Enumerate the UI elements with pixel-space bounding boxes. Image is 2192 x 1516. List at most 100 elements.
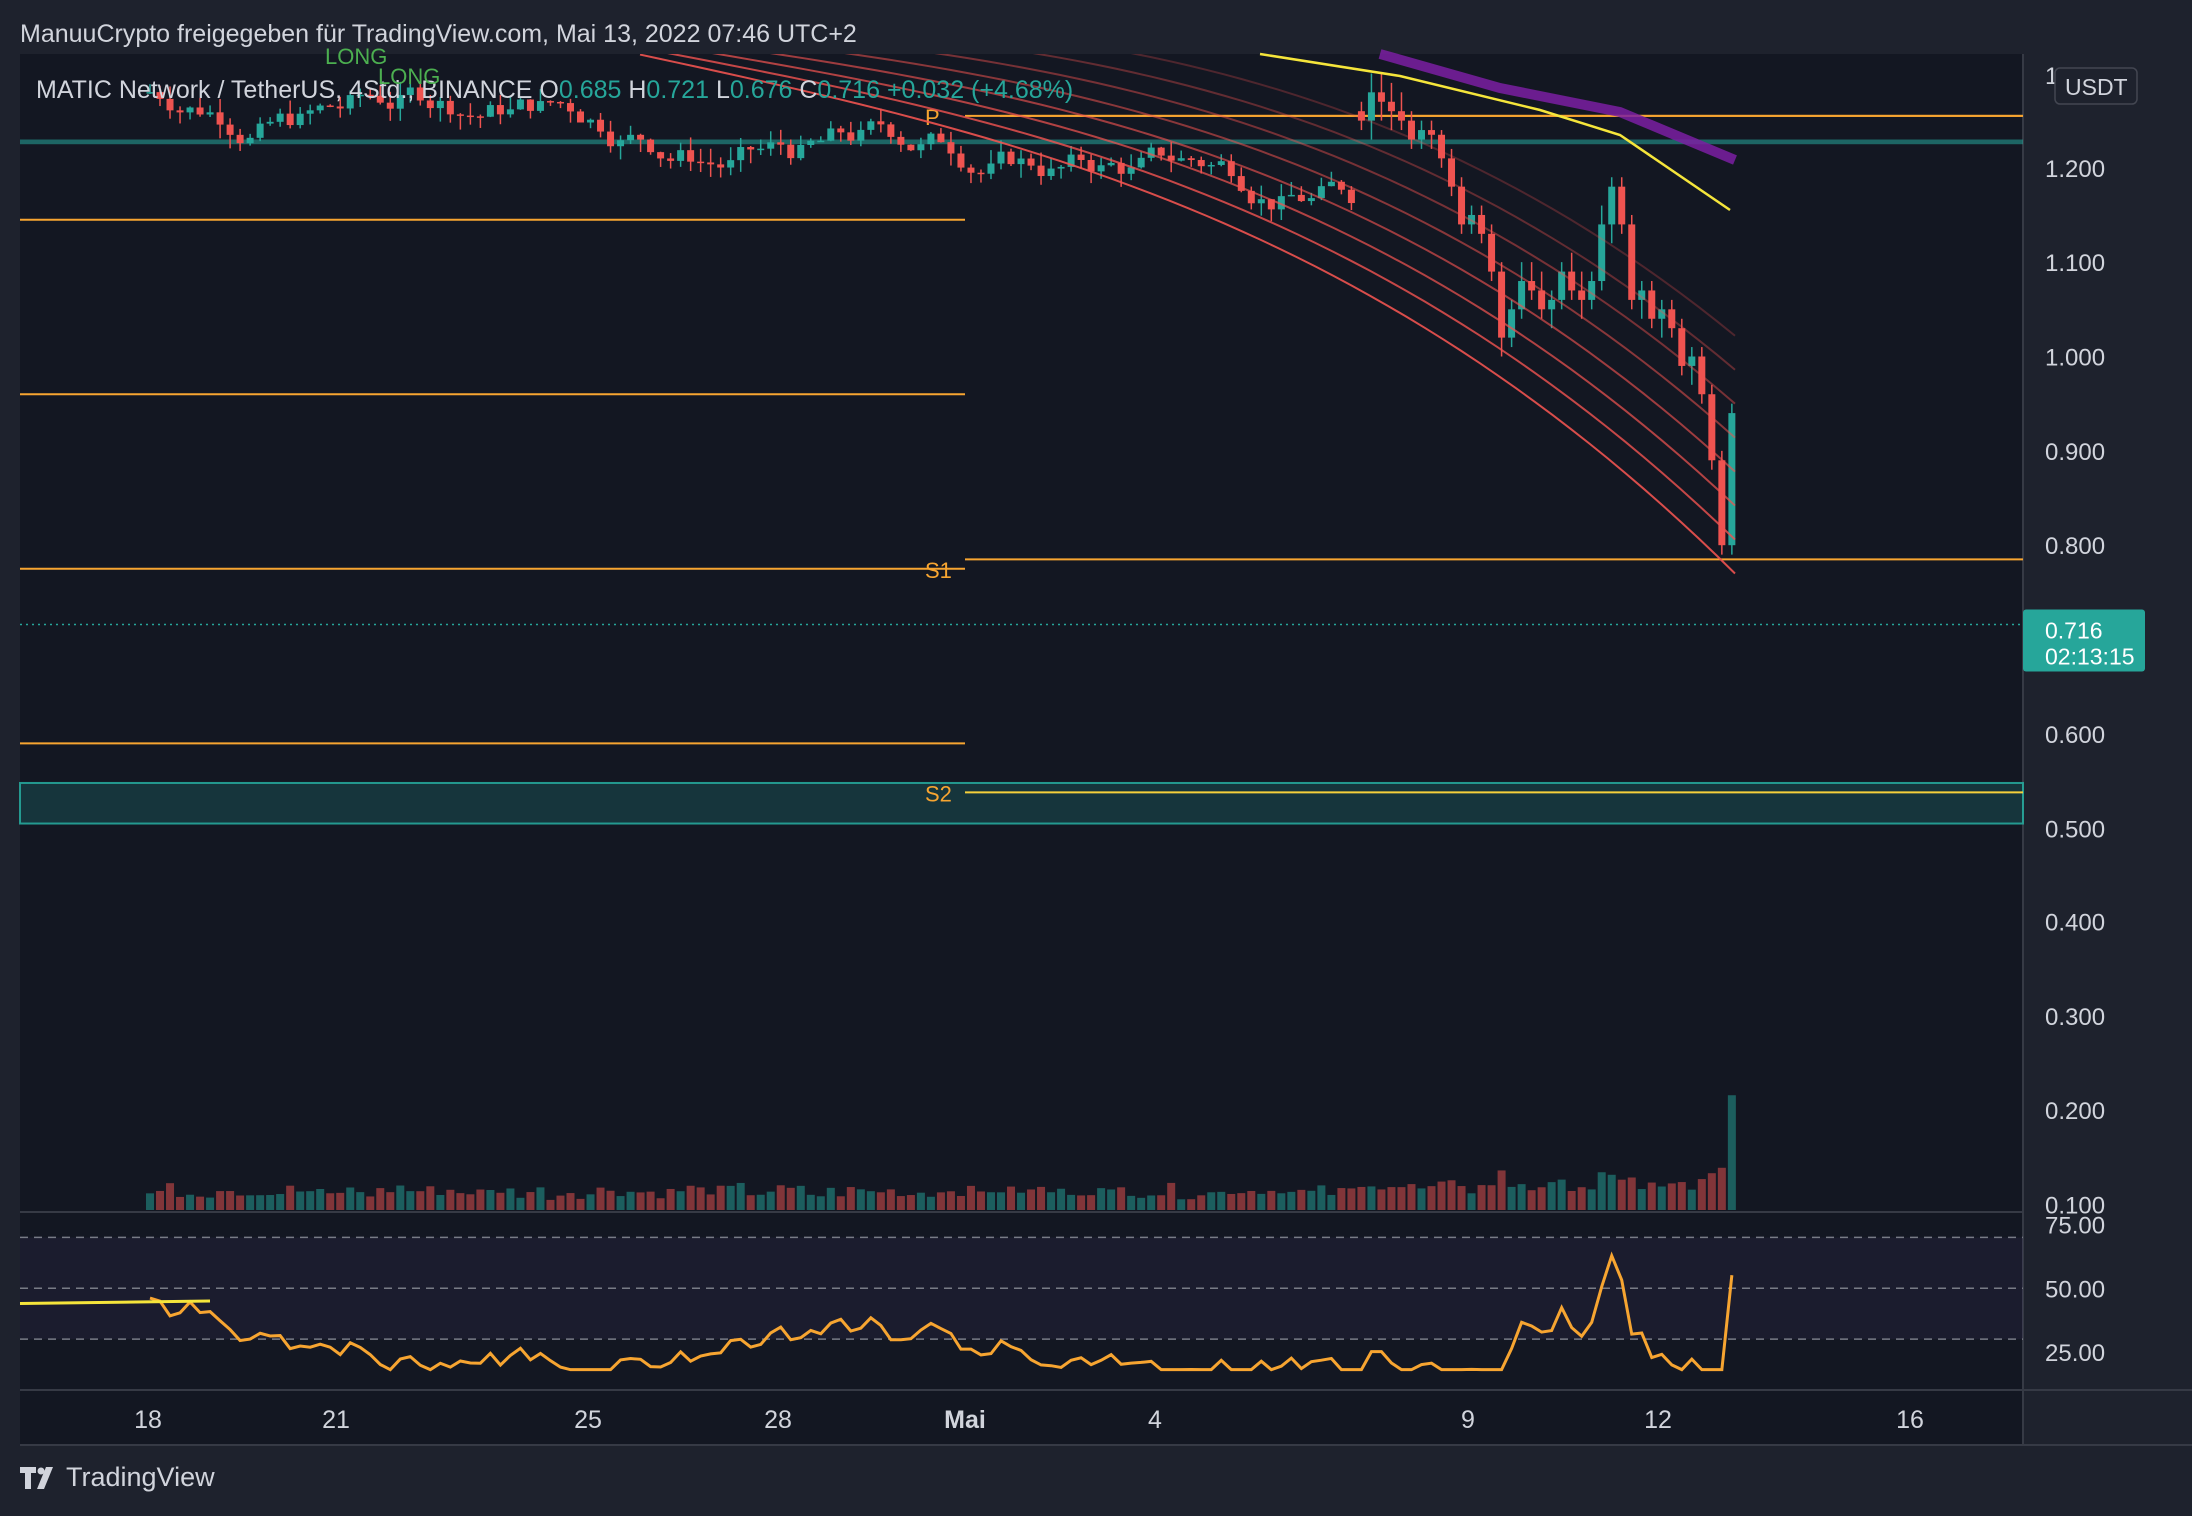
candle-body: [937, 133, 945, 143]
volume-bar: [826, 1187, 835, 1210]
candle-body: [577, 111, 585, 123]
rsi-tick-label: 25.00: [2045, 1340, 2105, 1367]
candle-body: [1347, 189, 1355, 204]
volume-bar: [1167, 1182, 1176, 1210]
candle-body: [1367, 92, 1375, 121]
volume-bar: [266, 1195, 275, 1210]
volume-bar: [856, 1189, 865, 1210]
candle-body: [1017, 158, 1025, 165]
time-tick-label: 18: [134, 1406, 162, 1434]
candle-body: [1007, 151, 1015, 165]
volume-bar: [606, 1190, 615, 1210]
candle-body: [697, 161, 705, 164]
candle-body: [837, 128, 845, 133]
volume-bar: [986, 1192, 995, 1210]
volume-bar: [276, 1194, 285, 1210]
volume-bar: [1157, 1195, 1166, 1210]
candle-body: [1157, 147, 1165, 156]
candle-body: [466, 115, 474, 118]
volume-bar: [1387, 1187, 1396, 1210]
volume-bar: [746, 1195, 755, 1210]
candle-body: [737, 147, 745, 161]
volume-bar: [1187, 1199, 1196, 1210]
volume-bar: [1097, 1188, 1106, 1210]
candle-body: [927, 133, 935, 145]
candle-body: [1428, 130, 1436, 135]
price-tick-label: 1.100: [2045, 250, 2105, 277]
volume-bar: [896, 1196, 905, 1210]
candle-body: [1107, 162, 1115, 166]
candle-body: [667, 158, 675, 161]
candle-body: [847, 132, 855, 141]
candle-body: [1137, 157, 1145, 168]
volume-bar: [796, 1185, 805, 1210]
volume-bar: [1407, 1184, 1416, 1210]
price-tick-label: 0.200: [2045, 1098, 2105, 1125]
volume-bar: [456, 1193, 465, 1210]
time-tick-label: 16: [1896, 1406, 1924, 1434]
candle-body: [1458, 186, 1466, 225]
volume-bar: [1357, 1186, 1366, 1210]
volume-bar: [956, 1195, 965, 1210]
volume-bar: [256, 1195, 265, 1210]
volume-bar: [836, 1196, 845, 1210]
candle-body: [757, 148, 765, 151]
volume-bar: [1047, 1192, 1056, 1210]
time-tick-label: 21: [322, 1406, 350, 1434]
candle-body: [1718, 460, 1726, 546]
volume-bar: [1397, 1187, 1406, 1210]
candle-body: [747, 147, 755, 150]
volume-bar: [1037, 1186, 1046, 1210]
volume-bar: [1077, 1195, 1086, 1210]
ohlc-label: C: [799, 76, 817, 104]
volume-bar: [346, 1187, 355, 1210]
candle-body: [717, 164, 725, 168]
candle-body: [316, 105, 324, 111]
candle-body: [176, 110, 184, 113]
candle-body: [506, 109, 514, 115]
volume-bar: [666, 1188, 675, 1210]
candle-body: [727, 160, 735, 168]
tradingview-brand[interactable]: TradingView: [20, 1462, 215, 1493]
time-tick-label: 12: [1644, 1406, 1672, 1434]
volume-bar: [1687, 1189, 1696, 1210]
price-chart[interactable]: PS1S21.2001.1001.0000.9000.8000.6000.500…: [0, 0, 2192, 1516]
price-tick-label: 0.900: [2045, 439, 2105, 466]
volume-bar: [1007, 1186, 1016, 1210]
volume-bar: [926, 1196, 935, 1210]
candle-body: [957, 153, 965, 168]
candle-body: [1438, 134, 1446, 159]
candle-body: [566, 103, 574, 112]
volume-bar: [1437, 1181, 1446, 1210]
volume-bar: [1657, 1186, 1666, 1210]
candle-body: [496, 105, 504, 115]
candle-body: [947, 142, 955, 154]
volume-bar: [997, 1192, 1005, 1210]
volume-bar: [1637, 1189, 1646, 1210]
candle-body: [1417, 130, 1425, 140]
candle-body: [1057, 166, 1065, 169]
volume-bar: [416, 1191, 425, 1210]
price-change: +0.032 (+4.68%): [887, 76, 1073, 104]
volume-bar: [426, 1186, 435, 1210]
volume-bar: [596, 1187, 605, 1210]
support-zone: [19, 781, 2024, 825]
volume-bar: [476, 1189, 485, 1210]
price-tick-label: 1.000: [2045, 345, 2105, 372]
volume-bar: [1477, 1185, 1486, 1210]
candle-body: [1217, 161, 1225, 165]
time-tick-label: Mai: [944, 1406, 986, 1434]
volume-bar: [1147, 1195, 1156, 1210]
volume-bar: [556, 1195, 565, 1210]
candle-body: [917, 144, 925, 151]
volume-bar: [1107, 1189, 1116, 1210]
candle-body: [617, 140, 625, 147]
price-tick-label: 0.300: [2045, 1004, 2105, 1031]
volume-bar: [186, 1194, 195, 1210]
volume-bar: [676, 1191, 685, 1210]
rsi-tick-label: 50.00: [2045, 1276, 2105, 1303]
volume-bar: [726, 1185, 735, 1210]
volume-bar: [386, 1192, 395, 1210]
plot-background: [20, 54, 2023, 1445]
price-tick-label: 0.600: [2045, 722, 2105, 749]
